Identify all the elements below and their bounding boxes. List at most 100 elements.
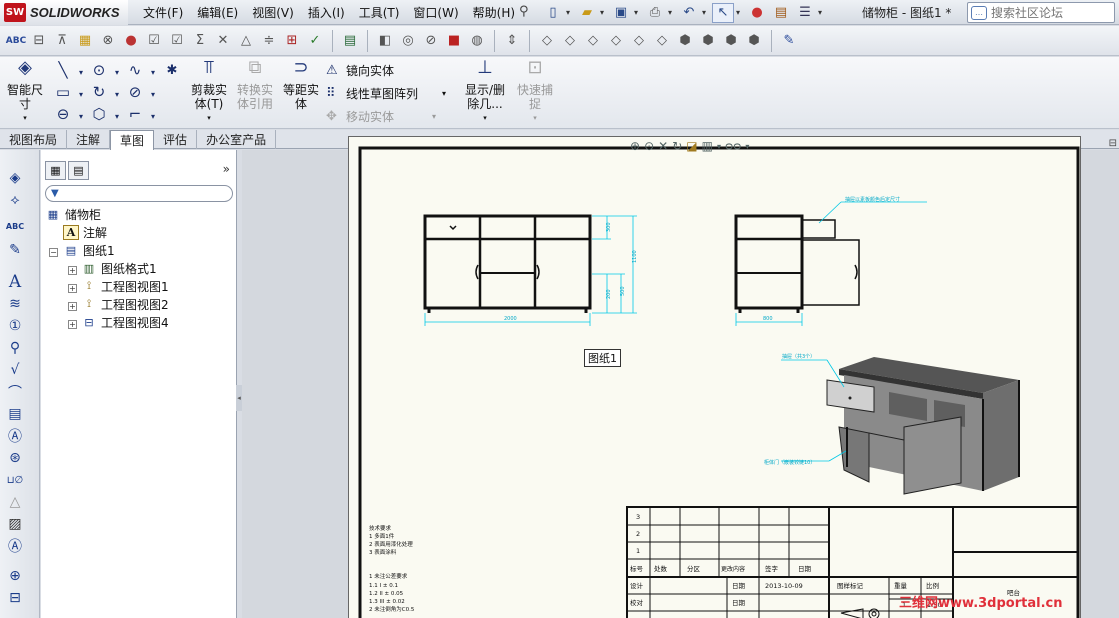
select-arrow-icon[interactable]: ↖ [712, 2, 734, 23]
block-icon[interactable]: Ⓐ [5, 536, 25, 556]
expand-sheet-format-icon[interactable]: + [68, 266, 77, 275]
rebuild-traffic-light-icon[interactable]: ● [746, 3, 768, 23]
sum-icon[interactable]: Σ [190, 30, 210, 52]
hud-dropdown-icon[interactable]: ▾ [717, 142, 721, 151]
intersect-icon[interactable]: ✕ [213, 30, 233, 52]
fillet-icon[interactable]: ⌐ [126, 105, 144, 123]
pen-tool-icon[interactable]: ✎ [779, 30, 799, 52]
move-3d-icon[interactable]: ⇕ [502, 30, 522, 52]
expand-panel-icon[interactable]: » [223, 162, 230, 176]
menu-file[interactable]: 文件(F) [136, 4, 190, 21]
previous-view-icon[interactable]: ✕ [658, 139, 668, 153]
area-hatch-icon[interactable]: ▨ [5, 514, 25, 534]
property-manager-tab-icon[interactable]: ▤ [68, 161, 89, 180]
smart-dimension-button[interactable]: ◈ 智能尺 寸 ▾ [6, 59, 44, 125]
feature-manager-tab-icon[interactable]: ▦ [45, 161, 66, 180]
pin-menu-icon[interactable]: ⚲ [519, 4, 535, 20]
note-vertical-icon[interactable]: A [5, 272, 25, 292]
display-style-icon[interactable]: ◪ [686, 139, 697, 153]
zoom-area-icon[interactable]: ⊙ [644, 139, 654, 153]
select-dropdown-icon[interactable]: ▾ [736, 3, 744, 23]
spring-icon[interactable]: ≑ [259, 30, 279, 52]
check-tool-icon[interactable]: ✓ [305, 30, 325, 52]
datum-feature-icon[interactable]: Ⓐ [5, 426, 25, 446]
display-delete-relations-button[interactable]: ⊥ 显示/删 除几... ▾ [462, 59, 508, 125]
search-box[interactable]: … [967, 2, 1115, 23]
weld-icon[interactable]: ⊞ [282, 30, 302, 52]
spline-dropdown-icon[interactable]: ▾ [144, 63, 162, 81]
side-view[interactable] [734, 214, 860, 313]
line-dropdown-icon[interactable]: ▾ [72, 63, 90, 81]
polygon-icon[interactable]: ⬡ [90, 105, 108, 123]
rotate-view-icon[interactable]: ↻ [672, 139, 682, 153]
trim-entities-button[interactable]: ⫪ 剪裁实 体(T) ▾ [188, 59, 230, 125]
hole-callout-icon[interactable]: ⊔∅ [5, 470, 25, 490]
auto-balloon-icon[interactable]: ⚲ [5, 338, 25, 358]
tree-item-drawing-view-4[interactable]: ⊟ 工程图视图4 [81, 313, 168, 331]
graphics-area[interactable]: ⊕ ⊙ ✕ ↻ ◪ ▥ ▾ ᴑᴑ ▾ ⊟ 2000 1100 500 300 2… [242, 136, 1119, 618]
cone-icon[interactable]: △ [236, 30, 256, 52]
line-icon[interactable]: ╲ [54, 61, 72, 79]
tree-filter[interactable]: ▼ [45, 185, 233, 202]
zoom-to-fit-icon[interactable]: ⊕ [630, 139, 640, 153]
convert-entities-button[interactable]: ⧉ 转换实 体引用 [234, 59, 276, 112]
tree-item-drawing-view-1[interactable]: ⟟ 工程图视图1 [81, 277, 169, 295]
spline-icon[interactable]: ∿ [126, 61, 144, 79]
traffic-light-icon[interactable]: ● [121, 30, 141, 52]
expand-view1-icon[interactable]: + [68, 284, 77, 293]
linear-note-pattern-icon[interactable]: ≋ [5, 294, 25, 314]
note-icon[interactable]: ▦ [75, 30, 95, 52]
tab-sketch[interactable]: 草图 [110, 130, 155, 150]
quick-snaps-button[interactable]: ⊡ 快速捕 捉 ▾ [514, 59, 556, 125]
circle-dropdown-icon[interactable]: ▾ [108, 63, 126, 81]
cube-view-7-icon[interactable]: ⬢ [675, 30, 695, 52]
appearance-icon[interactable]: ■ [444, 30, 464, 52]
model-items-icon[interactable]: ⟡ [5, 190, 25, 210]
move-dropdown-icon[interactable]: ▾ [432, 112, 436, 121]
checkbox-icon[interactable]: ☑ [144, 30, 164, 52]
ellipse-dropdown-icon[interactable]: ▾ [144, 85, 162, 103]
table-icon[interactable]: ▤ [340, 30, 360, 52]
cube-view-5-icon[interactable]: ◇ [629, 30, 649, 52]
spell-checker-icon[interactable]: ABC [5, 216, 25, 236]
tree-root[interactable]: ▦ 储物柜 [45, 205, 101, 223]
save-dropdown-icon[interactable]: ▾ [634, 3, 642, 23]
new-document-icon[interactable]: ▯ [542, 3, 564, 23]
mirror-entities-button[interactable]: ⚠ 镜向实体 [326, 62, 394, 79]
open-folder-icon[interactable]: ▰ [576, 3, 598, 23]
menu-view[interactable]: 视图(V) [245, 4, 301, 21]
options-dropdown-icon[interactable]: ▾ [818, 3, 826, 23]
balloon-icon[interactable]: ⊗ [98, 30, 118, 52]
search-input[interactable] [991, 5, 1109, 20]
expand-view2-icon[interactable]: + [68, 302, 77, 311]
cube-view-3-icon[interactable]: ◇ [583, 30, 603, 52]
menu-edit[interactable]: 编辑(E) [190, 4, 245, 21]
print-dropdown-icon[interactable]: ▾ [668, 3, 676, 23]
arc-icon[interactable]: ↻ [90, 83, 108, 101]
centerline-icon[interactable]: ⊟ [5, 588, 25, 608]
cube-view-2-icon[interactable]: ◇ [560, 30, 580, 52]
polygon-dropdown-icon[interactable]: ▾ [108, 107, 126, 125]
undo-icon[interactable]: ↶ [678, 3, 700, 23]
linear-pattern-dropdown-icon[interactable]: ▾ [442, 89, 446, 98]
isometric-view[interactable] [826, 357, 1020, 495]
linear-pattern-button[interactable]: ⠿ 线性草图阵列 ▾ [326, 85, 446, 102]
tab-evaluate[interactable]: 评估 [154, 130, 198, 149]
sheet-name-label[interactable]: 图纸1 [584, 349, 621, 367]
ellipse-icon[interactable]: ⊘ [126, 83, 144, 101]
hide-show-icon[interactable]: ⊘ [421, 30, 441, 52]
balloon-vertical-icon[interactable]: ① [5, 316, 25, 336]
circle-icon[interactable]: ⊙ [90, 61, 108, 79]
rectangle-dropdown-icon[interactable]: ▾ [72, 85, 90, 103]
expand-view4-icon[interactable]: + [68, 320, 77, 329]
undo-dropdown-icon[interactable]: ▾ [702, 3, 710, 23]
move-entities-button[interactable]: ✥ 移动实体 ▾ [326, 108, 436, 125]
cube-view-10-icon[interactable]: ⬢ [744, 30, 764, 52]
format-painter-vertical-icon[interactable]: ✎ [5, 240, 25, 260]
datum-icon[interactable]: ⊼ [52, 30, 72, 52]
rectangle-icon[interactable]: ▭ [54, 83, 72, 101]
spell-check-icon[interactable]: ABC [6, 30, 26, 52]
tab-annotation[interactable]: 注解 [67, 130, 111, 149]
slot-dropdown-icon[interactable]: ▾ [72, 107, 90, 125]
slot-icon[interactable]: ⊖ [54, 105, 72, 123]
